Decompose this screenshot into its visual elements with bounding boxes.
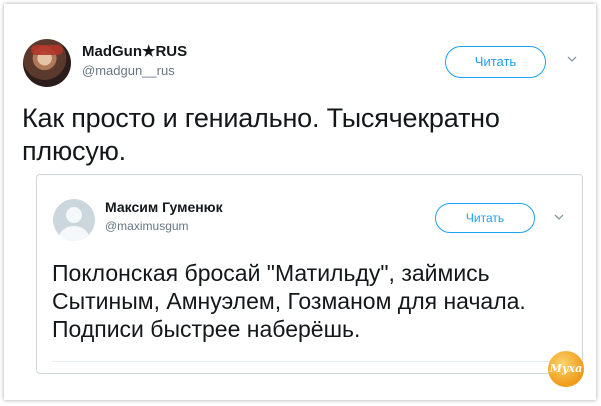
quoted-author-handle[interactable]: @maximusgum [105,219,189,233]
quoted-tweet-text: Поклонская бросай "Матильду", займись Сы… [52,260,526,342]
default-avatar-icon[interactable] [53,199,95,241]
quoted-follow-button[interactable]: Читать [435,203,535,233]
quoted-tweet[interactable]: Максим Гуменюк @maximusgum Читать Поклон… [36,174,583,374]
chevron-down-icon[interactable] [554,212,564,222]
divider [52,361,572,362]
follow-button[interactable]: Читать [445,46,546,78]
quoted-author-name[interactable]: Максим Гуменюк [105,199,223,215]
avatar[interactable] [23,39,71,87]
tweet-card: MadGun★RUS @madgun__rus Читать Как прост… [4,4,596,400]
tweet-text: Как просто и гениально. Тысячекратно плю… [22,103,500,166]
author-handle[interactable]: @madgun__rus [82,63,175,78]
author-name[interactable]: MadGun★RUS [82,42,187,60]
watermark-logo: Муха [548,351,584,387]
chevron-down-icon[interactable] [567,54,577,64]
